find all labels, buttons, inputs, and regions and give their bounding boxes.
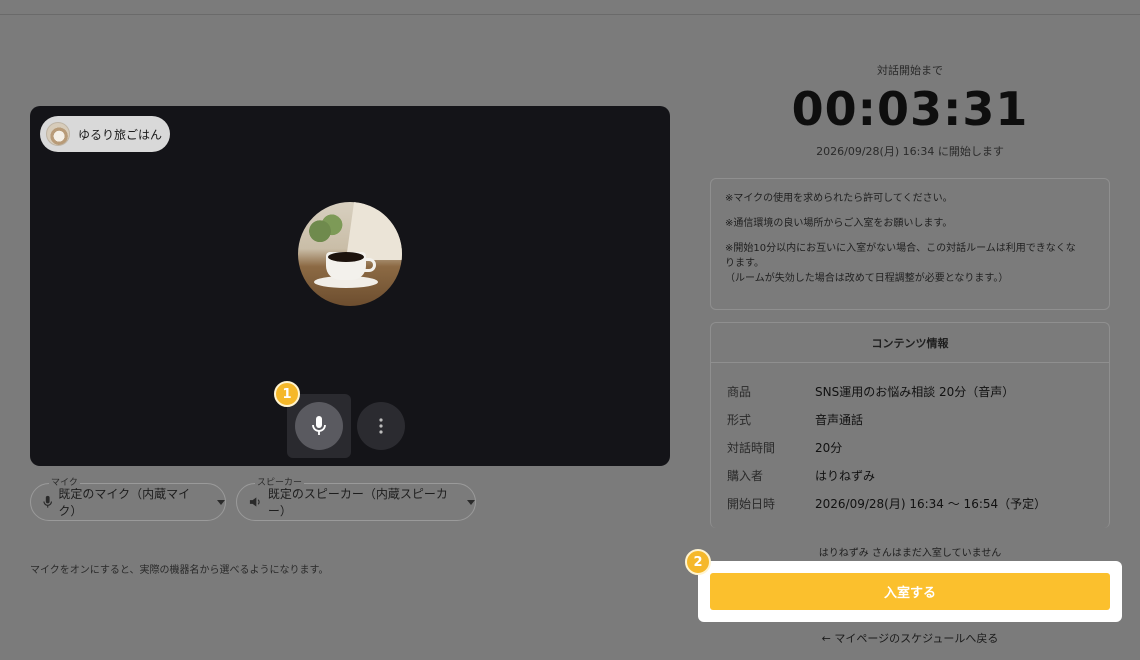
notice-line: ※通信環境の良い場所からご入室をお願いします。 (725, 218, 953, 229)
speaker-select[interactable]: スピーカー 既定のスピーカー（内蔵スピーカー） (236, 475, 476, 521)
device-hint: マイクをオンにすると、実際の機器名から選べるようになります。 (30, 565, 329, 576)
video-panel: ゆるり旅ごはん (30, 106, 670, 466)
mic-select-legend: マイク (49, 475, 80, 488)
notice-line: ※マイクの使用を求められたら許可してください。 (725, 193, 953, 204)
chevron-down-icon (217, 499, 225, 505)
mic-select[interactable]: マイク 既定のマイク（内蔵マイク） (30, 475, 226, 521)
info-value: 20分 (815, 440, 843, 455)
participant-name: ゆるり旅ごはん (78, 127, 163, 142)
countdown-label: 対話開始まで (877, 64, 943, 77)
mic-toggle-highlight (287, 394, 351, 458)
enter-room-button[interactable]: 入室する (710, 573, 1110, 610)
speaker-icon (249, 497, 260, 507)
content-info-title: コンテンツ情報 (711, 323, 1109, 363)
back-to-schedule-link[interactable]: ← マイページのスケジュールへ戻る (710, 630, 1110, 646)
start-time-text: 2026/09/28(月) 16:34 に開始します (816, 145, 1004, 158)
info-value: SNS運用のお悩み相談 20分（音声） (815, 384, 1015, 399)
info-row-start-datetime: 開始日時 2026/09/28(月) 16:34 〜 16:54（予定） (727, 489, 1093, 517)
info-value: はりねずみ (815, 468, 876, 483)
step-badge-1: 1 (274, 381, 300, 407)
info-value: 2026/09/28(月) 16:34 〜 16:54（予定） (815, 496, 1047, 511)
info-key: 商品 (727, 384, 752, 399)
more-vertical-icon (379, 418, 383, 434)
info-key: 形式 (727, 412, 752, 427)
notice-line: ります。 (725, 258, 764, 269)
notice-line: ※開始10分以内にお互いに入室がない場合、この対話ルームは利用できなくな (725, 243, 1076, 254)
top-divider (0, 14, 1140, 15)
notice-line: （ルームが失効した場合は改めて日程調整が必要となります。） (725, 273, 1009, 284)
waiting-status: はりねずみ さんはまだ入室していません (818, 548, 1002, 559)
info-key: 対話時間 (727, 440, 776, 455)
notice-box: ※マイクの使用を求められたら許可してください。 ※通信環境の良い場所からご入室を… (710, 178, 1110, 310)
microphone-icon (312, 416, 326, 435)
host-avatar (298, 202, 402, 306)
info-row-duration: 対話時間 20分 (727, 433, 1093, 461)
info-key: 開始日時 (727, 496, 776, 511)
speaker-select-value: 既定のスピーカー（内蔵スピーカー） (267, 487, 448, 518)
step-badge-2: 2 (685, 549, 711, 575)
info-row-product: 商品 SNS運用のお悩み相談 20分（音声） (727, 377, 1093, 405)
mic-select-value: 既定のマイク（内蔵マイク） (58, 487, 191, 518)
content-info-panel: コンテンツ情報 商品 SNS運用のお悩み相談 20分（音声） 形式 音声通話 対… (710, 322, 1110, 528)
chevron-down-icon (467, 499, 475, 505)
countdown-timer: 00:03:31 (791, 82, 1029, 136)
info-value: 音声通話 (815, 412, 864, 427)
participant-chip: ゆるり旅ごはん (40, 116, 170, 152)
info-key: 購入者 (727, 468, 764, 483)
more-options-button[interactable] (357, 402, 405, 450)
mic-toggle-button[interactable] (295, 402, 343, 450)
microphone-icon (43, 495, 53, 508)
participant-avatar (46, 122, 70, 146)
info-row-format: 形式 音声通話 (727, 405, 1093, 433)
speaker-select-legend: スピーカー (255, 475, 305, 488)
info-row-buyer: 購入者 はりねずみ (727, 461, 1093, 489)
